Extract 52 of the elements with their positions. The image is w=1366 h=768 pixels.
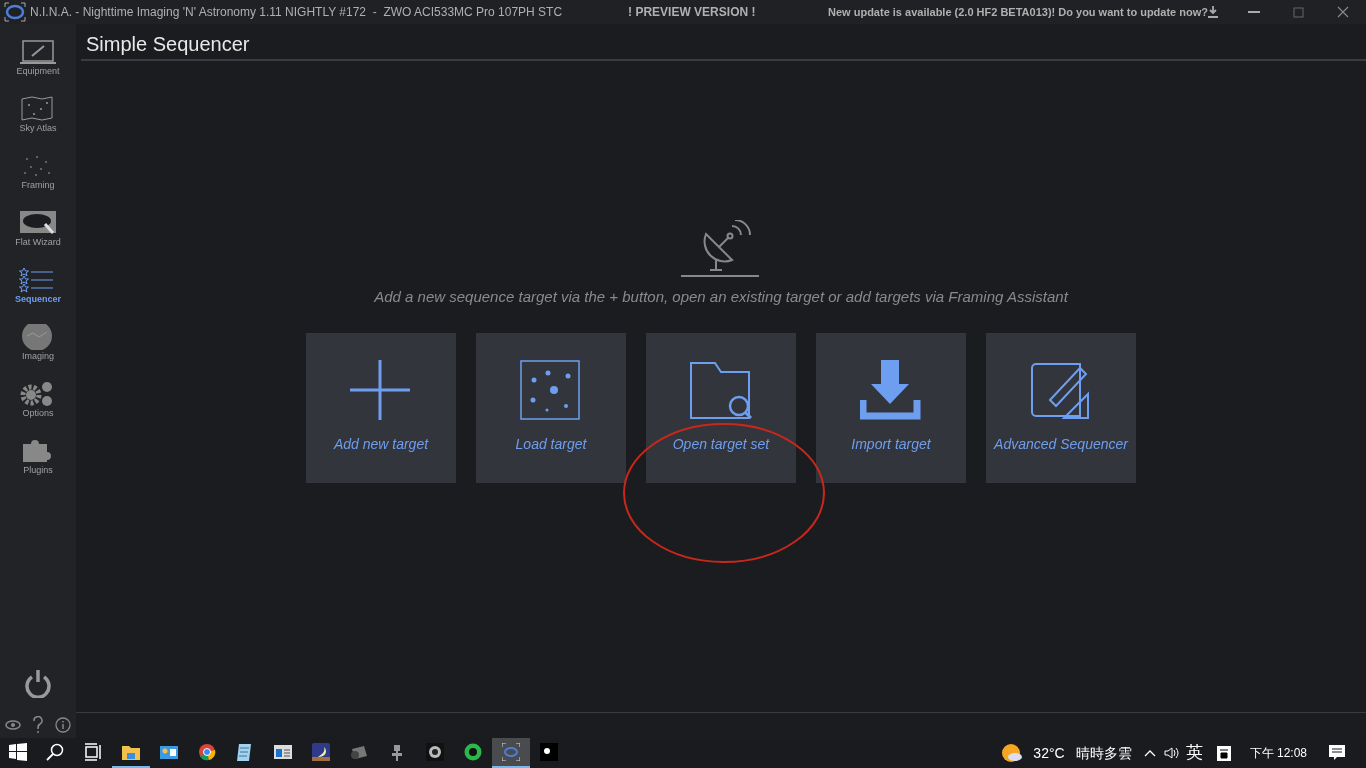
page-title: Simple Sequencer [81, 29, 1366, 61]
eye-icon[interactable] [5, 720, 22, 730]
info-icon[interactable] [54, 717, 71, 733]
nina-logo-icon [502, 743, 520, 761]
search-icon [46, 743, 64, 761]
help-icon[interactable] [32, 716, 44, 734]
action-tile[interactable]: Load target [476, 332, 626, 483]
flat-panel-icon [19, 209, 57, 236]
action-tile[interactable]: Import target [816, 332, 966, 483]
download-tray-icon [860, 359, 922, 420]
camera-icon [350, 743, 368, 761]
hint-text: Add a new sequence target via the + button, open an existing target or add targets via Framing Assistant [374, 287, 1068, 308]
notepad-icon [236, 743, 254, 761]
chevron-up-icon[interactable] [1143, 749, 1156, 757]
clock-text[interactable]: 下午 12:08 [1249, 744, 1307, 762]
sidebar-item[interactable]: Flat Wizard [0, 195, 76, 252]
sidebar-item[interactable]: Sky Atlas [0, 81, 76, 138]
night-sky-icon [312, 743, 330, 761]
plus-icon [350, 359, 412, 420]
weather-icon [1001, 743, 1024, 763]
temperature-text[interactable]: 32°C [1033, 742, 1065, 764]
sidebar-item[interactable]: Plugins [0, 423, 76, 480]
star-frame-icon [520, 359, 582, 420]
weather-text[interactable]: 晴時多雲 [1075, 742, 1132, 764]
sidebar-item[interactable]: Framing [0, 138, 76, 195]
preview-label: ! PREVIEW VERSION ! [628, 4, 756, 21]
task-view-icon [84, 743, 102, 761]
action-tile[interactable]: Advanced Sequencer [986, 332, 1136, 483]
windows-logo-icon [9, 743, 27, 761]
close-icon[interactable] [1337, 6, 1349, 18]
control-panel-icon [160, 743, 178, 761]
notification-icon[interactable] [1328, 744, 1346, 762]
sidebar-item[interactable]: Imaging [0, 309, 76, 366]
folder-icon [122, 743, 140, 761]
window-title: N.I.N.A. - Nighttime Imaging 'N' Astronomy 1.11 NIGHTLY #172 - ZWO ACI533MC Pro 107PH STC [30, 4, 563, 21]
action-tile[interactable]: Add new target [306, 332, 456, 483]
chrome-icon [198, 743, 216, 761]
speaker-icon[interactable] [1163, 746, 1180, 760]
action-tile[interactable]: Open target set [646, 332, 796, 483]
power-icon[interactable] [24, 668, 52, 698]
dot-logo-icon [540, 743, 558, 761]
update-link[interactable]: New update is available (2.0 HF2 BETA013)! Do you want to update now? [828, 3, 1208, 21]
sidebar-item[interactable]: Options [0, 366, 76, 423]
input-method-indicator[interactable]: 英 [1185, 740, 1203, 766]
sidebar-item[interactable]: Sequencer [0, 252, 76, 309]
sidebar-item[interactable]: Equipment [0, 24, 76, 81]
download-icon[interactable] [1208, 6, 1218, 18]
satellite-dish-icon [680, 220, 762, 279]
disc-logo-icon [464, 743, 482, 761]
app-logo-icon [4, 2, 26, 22]
app-window-icon [274, 743, 292, 761]
folder-search-icon [690, 359, 752, 420]
